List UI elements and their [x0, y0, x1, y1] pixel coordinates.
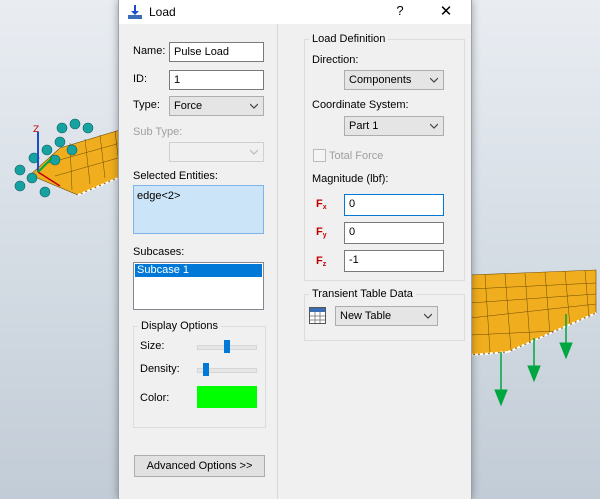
color-label: Color:	[140, 392, 170, 404]
list-item[interactable]: Subcase 1	[135, 264, 262, 277]
transient-table-select[interactable]: New Table	[335, 306, 438, 326]
direction-select[interactable]: Components	[344, 70, 444, 90]
chevron-down-icon	[430, 77, 438, 83]
advanced-options-button[interactable]: Advanced Options >>	[134, 455, 265, 477]
id-field[interactable]: 1	[169, 70, 264, 90]
fy-field[interactable]: 0	[344, 222, 444, 244]
density-slider-thumb[interactable]	[203, 363, 209, 376]
load-arrow-icon	[128, 5, 142, 19]
help-button[interactable]: ?	[389, 3, 411, 21]
load-definition-title: Load Definition	[309, 33, 389, 45]
selected-entities-label: Selected Entities:	[133, 170, 218, 182]
fy-label: Fy	[316, 226, 327, 239]
type-select[interactable]: Force	[169, 96, 264, 116]
name-field[interactable]: Pulse Load	[169, 42, 264, 62]
column-divider	[277, 24, 278, 499]
close-button[interactable]: ✕	[431, 2, 461, 22]
type-value: Force	[174, 100, 203, 112]
coordinate-system-value: Part 1	[349, 120, 379, 132]
color-swatch[interactable]	[197, 386, 257, 408]
direction-label: Direction:	[312, 54, 359, 66]
direction-value: Components	[349, 74, 412, 86]
fx-label: Fx	[316, 198, 327, 211]
transient-table-title: Transient Table Data	[309, 288, 416, 300]
transient-table-value: New Table	[340, 310, 392, 322]
chevron-down-icon	[424, 313, 432, 319]
coordinate-system-label: Coordinate System:	[312, 99, 409, 111]
name-label: Name:	[133, 45, 166, 57]
display-options-title: Display Options	[138, 320, 222, 332]
table-icon[interactable]	[309, 307, 326, 324]
subtype-select[interactable]	[169, 142, 264, 162]
dialog-title: Load	[149, 5, 176, 19]
axis-z-label: Z	[33, 125, 39, 135]
dialog-titlebar[interactable]: Load ? ✕	[119, 0, 471, 24]
selected-entities-list[interactable]: edge<2>	[133, 185, 264, 234]
right-plate-mesh	[469, 269, 597, 356]
total-force-checkbox[interactable]	[313, 149, 326, 162]
type-label: Type:	[133, 99, 160, 111]
fz-field[interactable]: -1	[344, 250, 444, 272]
subcases-label: Subcases:	[133, 246, 185, 258]
fz-label: Fz	[316, 255, 327, 268]
total-force-label: Total Force	[329, 150, 384, 162]
id-label: ID:	[133, 73, 148, 85]
size-slider-thumb[interactable]	[224, 340, 230, 353]
subcases-list[interactable]: Subcase 1	[133, 262, 264, 310]
fx-field[interactable]: 0	[344, 194, 444, 216]
density-label: Density:	[140, 363, 180, 375]
load-dialog: Load ? ✕ Name: Pulse Load ID: 1 Type: Fo…	[118, 0, 472, 499]
chevron-down-icon	[430, 123, 438, 129]
list-item[interactable]: edge<2>	[135, 190, 262, 203]
chevron-down-icon	[250, 149, 258, 155]
chevron-down-icon	[250, 103, 258, 109]
coordinate-system-select[interactable]: Part 1	[344, 116, 444, 136]
magnitude-label: Magnitude (lbf):	[312, 173, 389, 185]
size-label: Size:	[140, 340, 165, 352]
subtype-label: Sub Type:	[133, 126, 183, 138]
